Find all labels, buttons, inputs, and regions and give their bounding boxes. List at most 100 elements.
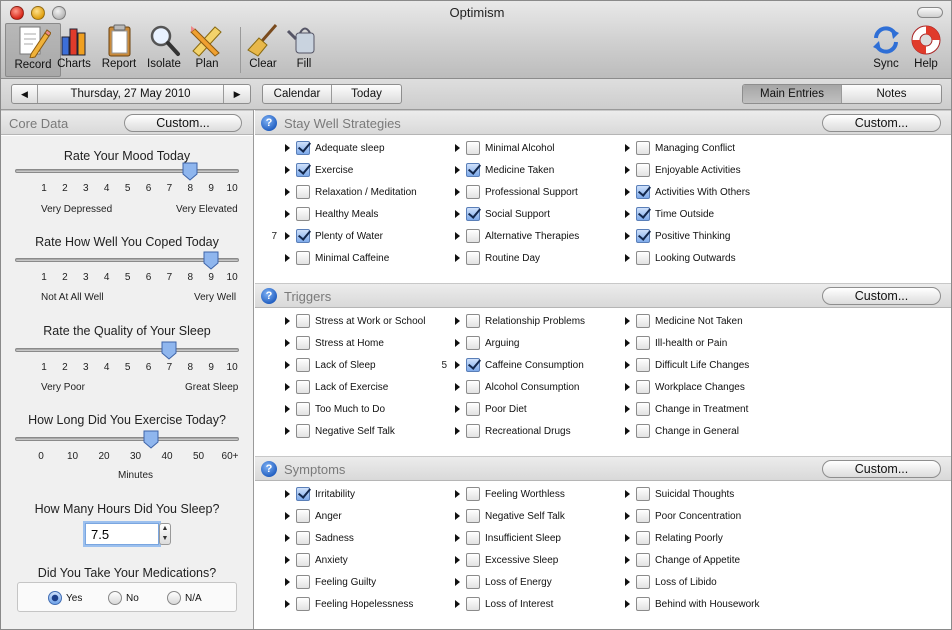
disclosure-triangle-icon[interactable] (285, 254, 290, 262)
disclosure-triangle-icon[interactable] (455, 490, 460, 498)
unchecked-checkbox[interactable] (296, 424, 310, 438)
disclosure-triangle-icon[interactable] (625, 317, 630, 325)
checklist-item-workplace-changes[interactable]: Workplace Changes (625, 379, 745, 395)
checklist-item-sadness[interactable]: Sadness (285, 530, 354, 546)
unchecked-checkbox[interactable] (466, 531, 480, 545)
unchecked-checkbox[interactable] (466, 597, 480, 611)
checklist-item-anger[interactable]: Anger (285, 508, 342, 524)
checklist-item-time-outside[interactable]: Time Outside (625, 206, 714, 222)
unchecked-checkbox[interactable] (636, 163, 650, 177)
unchecked-checkbox[interactable] (466, 487, 480, 501)
help-icon[interactable]: ? (261, 288, 277, 304)
checklist-item-negative-self-talk[interactable]: Negative Self Talk (455, 508, 565, 524)
slider-thumb[interactable] (203, 251, 219, 270)
toolbar-plan-button[interactable]: Plan (179, 23, 235, 77)
disclosure-triangle-icon[interactable] (625, 600, 630, 608)
unchecked-checkbox[interactable] (296, 207, 310, 221)
checked-checkbox[interactable] (466, 207, 480, 221)
disclosure-triangle-icon[interactable] (285, 383, 290, 391)
unchecked-checkbox[interactable] (466, 380, 480, 394)
disclosure-triangle-icon[interactable] (285, 317, 290, 325)
unchecked-checkbox[interactable] (296, 553, 310, 567)
disclosure-triangle-icon[interactable] (285, 144, 290, 152)
checklist-item-relating-poorly[interactable]: Relating Poorly (625, 530, 723, 546)
disclosure-triangle-icon[interactable] (455, 405, 460, 413)
hours-sleep-input[interactable] (85, 523, 159, 545)
disclosure-triangle-icon[interactable] (625, 188, 630, 196)
unchecked-checkbox[interactable] (466, 336, 480, 350)
checklist-item-relationship-problems[interactable]: Relationship Problems (455, 313, 585, 329)
checklist-item-social-support[interactable]: Social Support (455, 206, 550, 222)
disclosure-triangle-icon[interactable] (455, 317, 460, 325)
checklist-item-minimal-alcohol[interactable]: Minimal Alcohol (455, 140, 554, 156)
unchecked-checkbox[interactable] (296, 336, 310, 350)
disclosure-triangle-icon[interactable] (285, 427, 290, 435)
checklist-item-insufficient-sleep[interactable]: Insufficient Sleep (455, 530, 561, 546)
checked-checkbox[interactable] (466, 163, 480, 177)
checklist-item-negative-self-talk[interactable]: Negative Self Talk (285, 423, 395, 439)
unchecked-checkbox[interactable] (636, 509, 650, 523)
unchecked-checkbox[interactable] (466, 229, 480, 243)
checklist-item-poor-diet[interactable]: Poor Diet (455, 401, 527, 417)
disclosure-triangle-icon[interactable] (625, 339, 630, 347)
disclosure-triangle-icon[interactable] (285, 534, 290, 542)
unchecked-checkbox[interactable] (466, 553, 480, 567)
disclosure-triangle-icon[interactable] (455, 427, 460, 435)
checklist-item-feeling-guilty[interactable]: Feeling Guilty (285, 574, 376, 590)
disclosure-triangle-icon[interactable] (625, 361, 630, 369)
checked-checkbox[interactable] (296, 487, 310, 501)
unchecked-checkbox[interactable] (636, 358, 650, 372)
slider-thumb[interactable] (143, 430, 159, 449)
unchecked-checkbox[interactable] (296, 314, 310, 328)
disclosure-triangle-icon[interactable] (285, 578, 290, 586)
checklist-item-irritability[interactable]: Irritability (285, 486, 355, 502)
checklist-item-managing-conflict[interactable]: Managing Conflict (625, 140, 735, 156)
stay-well-strategies-custom-button[interactable]: Custom... (822, 114, 941, 132)
unchecked-checkbox[interactable] (636, 402, 650, 416)
disclosure-triangle-icon[interactable] (285, 166, 290, 174)
checklist-item-change-in-treatment[interactable]: Change in Treatment (625, 401, 748, 417)
disclosure-triangle-icon[interactable] (455, 210, 460, 218)
disclosure-triangle-icon[interactable] (455, 534, 460, 542)
disclosure-triangle-icon[interactable] (455, 556, 460, 564)
unchecked-checkbox[interactable] (466, 509, 480, 523)
disclosure-triangle-icon[interactable] (285, 232, 290, 240)
unchecked-checkbox[interactable] (296, 509, 310, 523)
unchecked-checkbox[interactable] (296, 531, 310, 545)
calendar-button[interactable]: Calendar (263, 85, 332, 103)
checklist-item-change-in-general[interactable]: Change in General (625, 423, 739, 439)
disclosure-triangle-icon[interactable] (285, 210, 290, 218)
disclosure-triangle-icon[interactable] (455, 339, 460, 347)
mood-slider[interactable] (15, 169, 239, 173)
unchecked-checkbox[interactable] (636, 531, 650, 545)
unchecked-checkbox[interactable] (296, 185, 310, 199)
unchecked-checkbox[interactable] (466, 424, 480, 438)
checklist-item-poor-concentration[interactable]: Poor Concentration (625, 508, 741, 524)
disclosure-triangle-icon[interactable] (625, 490, 630, 498)
core-data-custom-button[interactable]: Custom... (124, 114, 242, 132)
checklist-item-anxiety[interactable]: Anxiety (285, 552, 348, 568)
unchecked-checkbox[interactable] (636, 380, 650, 394)
checked-checkbox[interactable] (296, 229, 310, 243)
disclosure-triangle-icon[interactable] (625, 254, 630, 262)
checked-checkbox[interactable] (636, 207, 650, 221)
checklist-item-behind-with-housework[interactable]: Behind with Housework (625, 596, 760, 612)
current-date-label[interactable]: Thursday, 27 May 2010 (38, 85, 225, 103)
medications-na-radio[interactable]: N/A (167, 591, 202, 605)
checklist-item-arguing[interactable]: Arguing (455, 335, 519, 351)
unchecked-checkbox[interactable] (466, 575, 480, 589)
unchecked-checkbox[interactable] (636, 597, 650, 611)
today-button[interactable]: Today (332, 85, 401, 103)
checked-checkbox[interactable] (466, 358, 480, 372)
checklist-item-plenty-of-water[interactable]: 7 Plenty of Water (271, 228, 383, 244)
unchecked-checkbox[interactable] (466, 185, 480, 199)
unchecked-checkbox[interactable] (296, 251, 310, 265)
checklist-item-loss-of-interest[interactable]: Loss of Interest (455, 596, 553, 612)
unchecked-checkbox[interactable] (466, 314, 480, 328)
checklist-item-alcohol-consumption[interactable]: Alcohol Consumption (455, 379, 580, 395)
unchecked-checkbox[interactable] (296, 597, 310, 611)
checked-checkbox[interactable] (296, 163, 310, 177)
disclosure-triangle-icon[interactable] (455, 166, 460, 174)
toolbar-toggle-button[interactable] (917, 7, 943, 18)
unchecked-checkbox[interactable] (296, 358, 310, 372)
